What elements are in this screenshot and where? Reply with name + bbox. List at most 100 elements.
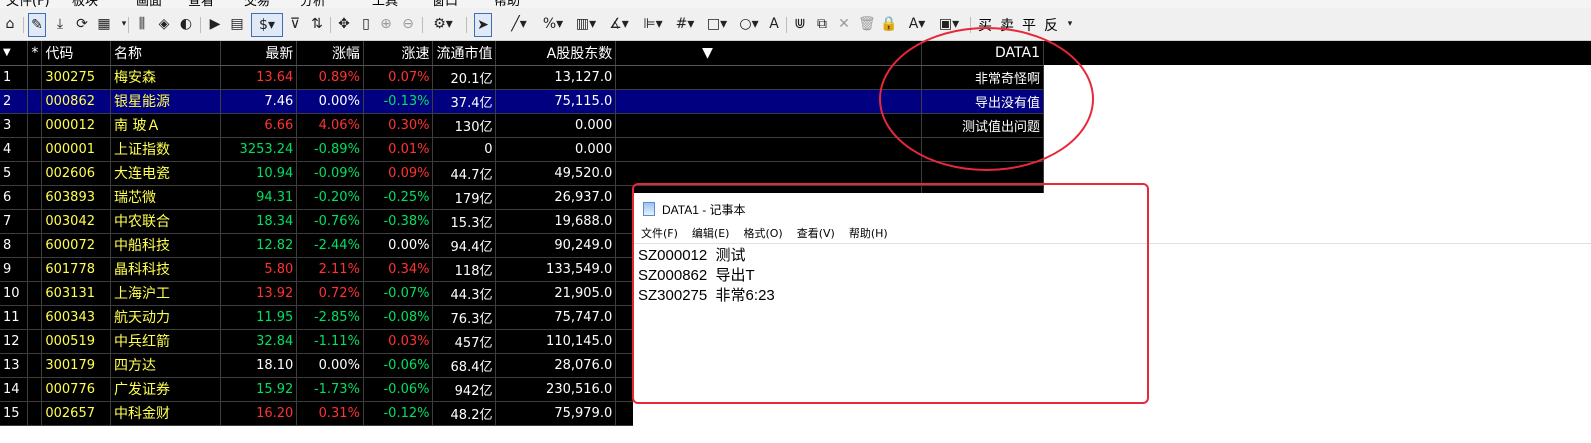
row-star xyxy=(27,353,43,378)
stock-code: 000776 xyxy=(41,377,112,402)
reverse-button[interactable]: 反 xyxy=(1044,15,1059,35)
row-index: 7 xyxy=(0,209,29,234)
holders-cell: 75,979.0 xyxy=(495,401,617,426)
circle-icon[interactable]: ○▾ xyxy=(734,13,764,35)
header-name[interactable]: 名称 xyxy=(110,41,221,66)
holders-cell: 75,115.0 xyxy=(495,89,617,114)
speed-cell: -0.08% xyxy=(363,305,434,330)
header-change[interactable]: 涨幅 xyxy=(296,41,364,66)
document-icon[interactable]: ▤ xyxy=(229,13,245,35)
delete-icon[interactable]: ✕ xyxy=(836,13,852,35)
play-icon[interactable]: ▶ xyxy=(207,13,223,35)
sort-icon[interactable]: ⇅ xyxy=(309,13,325,35)
table-row[interactable]: 4 000001 上证指数 3253.24 -0.89% 0.01% 0 0.000 xyxy=(0,137,1045,162)
dollar-icon[interactable]: $▾ xyxy=(251,13,283,37)
menu-tools[interactable]: 工具 xyxy=(372,0,398,8)
menu-block[interactable]: 板块 xyxy=(72,0,98,8)
speed-cell: 0.34% xyxy=(363,257,434,282)
stock-code: 300179 xyxy=(41,353,112,378)
font-color-icon[interactable]: A▾ xyxy=(902,13,932,35)
row-star xyxy=(27,65,43,90)
change-cell: 0.72% xyxy=(296,281,364,306)
row-star xyxy=(27,209,43,234)
row-star xyxy=(27,233,43,258)
menu-help[interactable]: 帮助 xyxy=(494,0,520,8)
hash-icon[interactable]: #▾ xyxy=(670,13,700,35)
toolbar-more-icon[interactable]: ▾ xyxy=(1062,13,1078,35)
stock-code: 000519 xyxy=(41,329,112,354)
menu-file[interactable]: 文件(F) xyxy=(6,0,50,8)
zoom-in-icon[interactable]: ⊕ xyxy=(378,13,394,35)
trash-icon[interactable]: 🗑 xyxy=(858,13,876,35)
price-cell: 15.92 xyxy=(220,377,298,402)
header-star[interactable]: * xyxy=(27,41,43,66)
menu-trade[interactable]: 交易 xyxy=(244,0,270,8)
menu-window[interactable]: 窗口 xyxy=(432,0,458,8)
row-index: 10 xyxy=(0,281,29,306)
table-row[interactable]: 5 002606 大连电瓷 10.94 -0.09% 0.09% 44.7亿 49,520.0 xyxy=(0,161,1045,186)
header-market-cap[interactable]: 流通市值 xyxy=(432,41,497,66)
market-cap-cell: 68.4亿 xyxy=(432,353,497,378)
row-index: 9 xyxy=(0,257,29,282)
price-cell: 7.46 xyxy=(220,89,298,114)
market-cap-cell: 48.2亿 xyxy=(432,401,497,426)
settings-icon[interactable]: ⚙▾ xyxy=(428,13,458,35)
holders-cell: 230,516.0 xyxy=(495,377,617,402)
header-price[interactable]: 最新 xyxy=(220,41,298,66)
market-cap-cell: 130亿 xyxy=(432,113,497,138)
menu-view[interactable]: 画面 xyxy=(136,0,162,8)
lock-icon[interactable]: 🔒 xyxy=(880,13,897,35)
diamond-icon[interactable]: ◈ xyxy=(156,13,172,35)
market-cap-cell: 0 xyxy=(432,137,497,162)
refresh-icon[interactable]: ⟳ xyxy=(74,13,90,35)
stock-name: 广发证券 xyxy=(110,377,221,402)
row-star xyxy=(27,305,43,330)
header-code[interactable]: 代码 xyxy=(41,41,112,66)
stock-name: 晶科科技 xyxy=(110,257,221,282)
draw-line-icon[interactable]: ✎ xyxy=(28,13,46,37)
candlestick-icon[interactable]: ⫼ xyxy=(134,13,150,35)
percent-icon[interactable]: %▾ xyxy=(538,13,568,35)
change-cell: 0.31% xyxy=(296,401,364,426)
magnet-icon[interactable]: ⋓ xyxy=(792,13,808,35)
menu-check[interactable]: 查看 xyxy=(188,0,214,8)
speed-cell: -0.06% xyxy=(363,353,434,378)
header-speed[interactable]: 涨速 xyxy=(363,41,434,66)
market-cap-cell: 76.3亿 xyxy=(432,305,497,330)
column-icon[interactable]: ▯ xyxy=(358,13,374,35)
change-cell: -2.85% xyxy=(296,305,364,330)
header-holders[interactable]: A股股东数 xyxy=(495,41,617,66)
bars-icon[interactable]: ⊫▾ xyxy=(638,13,668,35)
speed-cell: 0.07% xyxy=(363,65,434,90)
row-index: 3 xyxy=(0,113,29,138)
zoom-out-icon[interactable]: ⊖ xyxy=(400,13,416,35)
speed-cell: 0.03% xyxy=(363,329,434,354)
price-cell: 13.92 xyxy=(220,281,298,306)
change-cell: -2.44% xyxy=(296,233,364,258)
line-tool-icon[interactable]: ╱▾ xyxy=(504,13,534,35)
stock-code: 600343 xyxy=(41,305,112,330)
ruler-icon[interactable]: ▥▾ xyxy=(570,13,602,35)
price-cell: 18.10 xyxy=(220,353,298,378)
menu-analysis[interactable]: 分析 xyxy=(300,0,326,8)
download-icon[interactable]: ⤓ xyxy=(52,13,68,35)
annotation-box xyxy=(632,183,1149,404)
holders-cell: 0.000 xyxy=(495,113,617,138)
header-dropdown-icon[interactable]: ▼ xyxy=(615,41,922,66)
filter-icon[interactable]: ⊽ xyxy=(287,13,303,35)
text-icon[interactable]: A xyxy=(766,13,782,35)
speed-cell: -0.06% xyxy=(363,377,434,402)
angle-icon[interactable]: ∡▾ xyxy=(604,13,634,35)
stock-name: 大连电瓷 xyxy=(110,161,221,186)
grid-icon[interactable]: ▦ xyxy=(96,13,112,35)
sort-arrow-icon[interactable]: ▼ xyxy=(0,41,29,66)
cursor-icon[interactable]: ➤ xyxy=(474,13,492,37)
holders-cell: 13,127.0 xyxy=(495,65,617,90)
move-icon[interactable]: ✥ xyxy=(336,13,352,35)
split-icon[interactable]: ◐ xyxy=(178,13,194,35)
home-icon[interactable]: ⌂ xyxy=(2,13,18,35)
grid-dropdown-icon[interactable]: ▾ xyxy=(116,13,132,35)
rectangle-icon[interactable]: □▾ xyxy=(702,13,732,35)
copy-icon[interactable]: ⧉ xyxy=(814,13,830,35)
stock-code: 601778 xyxy=(41,257,112,282)
